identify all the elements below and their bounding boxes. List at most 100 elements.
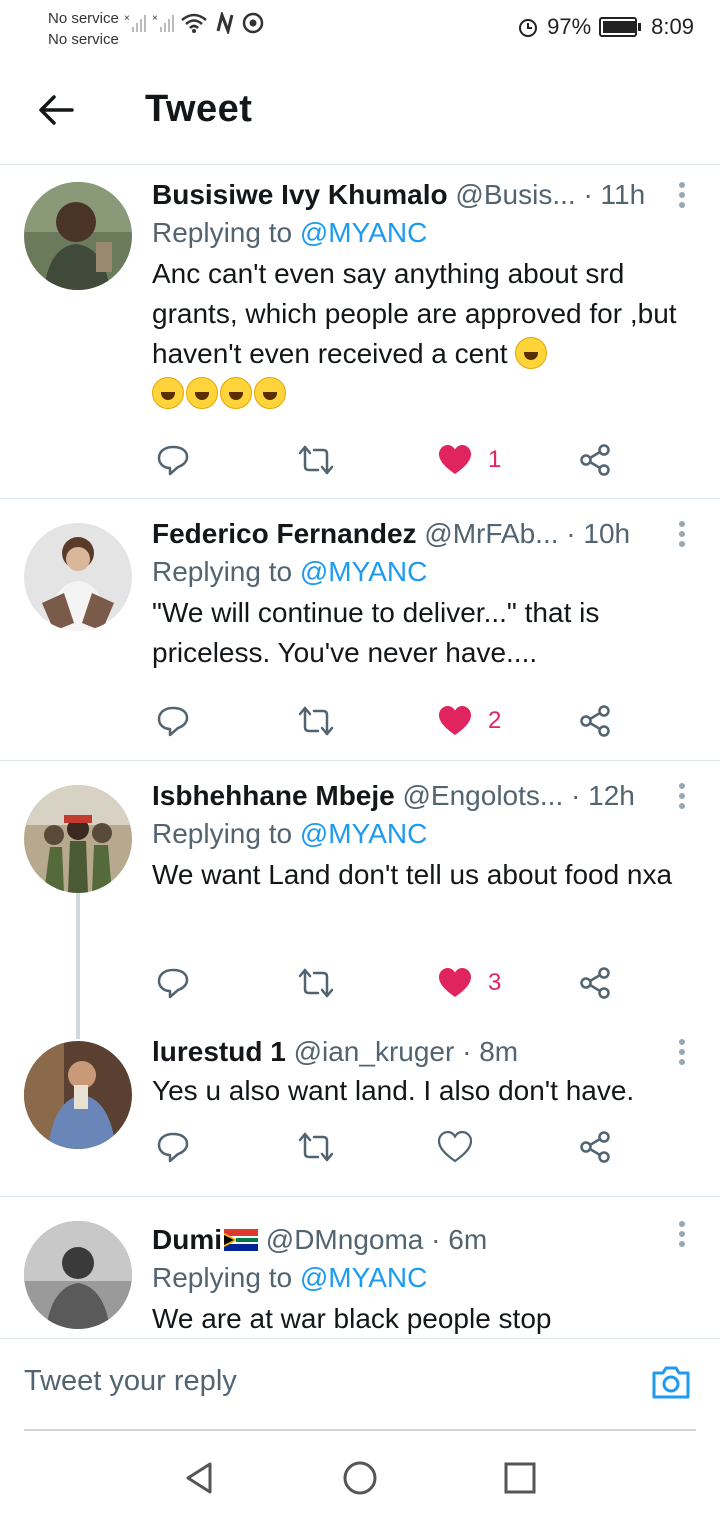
user-handle[interactable]: @DMngoma (266, 1224, 424, 1255)
carrier-info: No service No service (48, 8, 119, 50)
retweet-icon (298, 1132, 334, 1162)
reply-composer: Tweet your reply (0, 1338, 720, 1431)
action-bar (152, 1127, 632, 1167)
tweet[interactable]: lurestud 1 @ian_kruger · 8m Yes u also w… (0, 1033, 720, 1196)
tweet[interactable]: Federico Fernandez @MrFAb... · 10h Reply… (0, 499, 720, 761)
mention-link[interactable]: @MYANC (300, 818, 427, 849)
retweet-button[interactable] (298, 701, 334, 741)
like-button[interactable]: 2 (438, 701, 501, 741)
tweet-body: Anc can't even say anything about srd gr… (152, 258, 677, 369)
like-button[interactable] (438, 1127, 472, 1167)
retweet-button[interactable] (298, 963, 334, 1003)
share-button[interactable] (578, 1127, 612, 1167)
nav-back-icon[interactable] (182, 1460, 218, 1496)
reply-icon (157, 706, 189, 737)
more-options-icon[interactable] (678, 783, 686, 813)
retweet-button[interactable] (298, 440, 334, 480)
system-nav-bar (0, 1430, 720, 1520)
share-icon (580, 967, 610, 999)
signal-icon-2: × (152, 13, 174, 32)
tweet[interactable]: Busisiwe Ivy Khumalo @Busis... · 11h Rep… (0, 166, 720, 499)
display-name[interactable]: Isbhehhane Mbeje (152, 780, 395, 811)
display-name[interactable]: Federico Fernandez (152, 518, 417, 549)
laughing-emoji-icon (186, 377, 218, 409)
avatar[interactable] (24, 785, 132, 893)
timestamp[interactable]: · 11h (583, 179, 645, 210)
user-handle[interactable]: @Engolots... (403, 780, 564, 811)
avatar[interactable] (24, 1041, 132, 1149)
more-options-icon[interactable] (678, 1221, 686, 1251)
nav-recents-icon[interactable] (502, 1460, 538, 1496)
action-bar: 2 (152, 701, 632, 741)
replying-to: Replying to @MYANC (152, 214, 700, 254)
timestamp[interactable]: · 6m (431, 1224, 487, 1255)
user-handle[interactable]: @Busis... (455, 179, 575, 210)
retweet-button[interactable] (298, 1127, 334, 1167)
like-count: 1 (488, 446, 502, 473)
timestamp[interactable]: · 10h (566, 518, 630, 549)
replying-to: Replying to @MYANC (152, 553, 700, 593)
mention-link[interactable]: @MYANC (300, 217, 427, 248)
carrier-2: No service (48, 31, 119, 48)
tweet[interactable]: Isbhehhane Mbeje @Engolots... · 12h Repl… (0, 761, 720, 1021)
mention-link[interactable]: @MYANC (300, 556, 427, 587)
share-button[interactable] (578, 963, 612, 1003)
south-africa-flag-icon (224, 1229, 258, 1251)
more-options-icon[interactable] (678, 521, 686, 551)
battery-icon (599, 17, 642, 37)
reply-button[interactable] (156, 1127, 190, 1167)
like-count: 3 (488, 969, 502, 996)
timestamp[interactable]: · 8m (462, 1036, 518, 1067)
heart-outline-icon (438, 1131, 472, 1163)
replying-to: Replying to @MYANC (152, 1259, 700, 1299)
display-name[interactable]: lurestud 1 (152, 1036, 286, 1067)
signal-icons: × × (124, 12, 264, 34)
reply-button[interactable] (156, 440, 190, 480)
like-button[interactable]: 3 (438, 963, 501, 1003)
replying-prefix: Replying to (152, 556, 293, 587)
user-handle[interactable]: @MrFAb... (424, 518, 558, 549)
display-name[interactable]: Busisiwe Ivy Khumalo (152, 179, 448, 210)
display-name[interactable]: Dumi (152, 1224, 222, 1255)
share-button[interactable] (578, 701, 612, 741)
replying-prefix: Replying to (152, 217, 293, 248)
retweet-icon (298, 706, 334, 736)
more-options-icon[interactable] (678, 182, 686, 212)
tweet[interactable]: Dumi @DMngoma · 6m Replying to @MYANC We… (0, 1197, 720, 1338)
reply-icon (157, 968, 189, 999)
like-count: 2 (488, 707, 502, 734)
reply-feed[interactable]: Busisiwe Ivy Khumalo @Busis... · 11h Rep… (0, 166, 720, 1338)
reply-button[interactable] (156, 701, 190, 741)
user-handle[interactable]: @ian_kruger (294, 1036, 455, 1067)
page-title: Tweet (145, 88, 253, 130)
replying-prefix: Replying to (152, 1262, 293, 1293)
back-arrow-icon[interactable] (36, 90, 76, 130)
avatar[interactable] (24, 523, 132, 631)
share-icon (580, 1131, 610, 1163)
tweet-body: We want Land don't tell us about food nx… (152, 859, 673, 890)
nfc-icon (216, 12, 234, 34)
carrier-1: No service (48, 10, 119, 27)
action-bar: 3 (152, 963, 632, 1003)
retweet-icon (298, 445, 334, 475)
like-button[interactable]: 1 (438, 440, 501, 480)
reply-icon (157, 445, 189, 476)
tweet-thread: Isbhehhane Mbeje @Engolots... · 12h Repl… (0, 761, 720, 1197)
replying-prefix: Replying to (152, 818, 293, 849)
timestamp[interactable]: · 12h (571, 780, 635, 811)
laughing-emoji-icon (220, 377, 252, 409)
avatar[interactable] (24, 1221, 132, 1329)
more-options-icon[interactable] (678, 1039, 686, 1069)
replying-to: Replying to @MYANC (152, 815, 700, 855)
share-button[interactable] (578, 440, 612, 480)
reply-button[interactable] (156, 963, 190, 1003)
nav-home-icon[interactable] (342, 1460, 378, 1496)
battery-percent: 97% (547, 14, 592, 39)
reply-input[interactable]: Tweet your reply (24, 1365, 237, 1398)
mention-link[interactable]: @MYANC (300, 1262, 427, 1293)
camera-icon[interactable] (650, 1361, 692, 1403)
share-icon (580, 705, 610, 737)
avatar[interactable] (24, 182, 132, 290)
heart-icon (439, 706, 471, 735)
chrome-icon (242, 12, 264, 34)
